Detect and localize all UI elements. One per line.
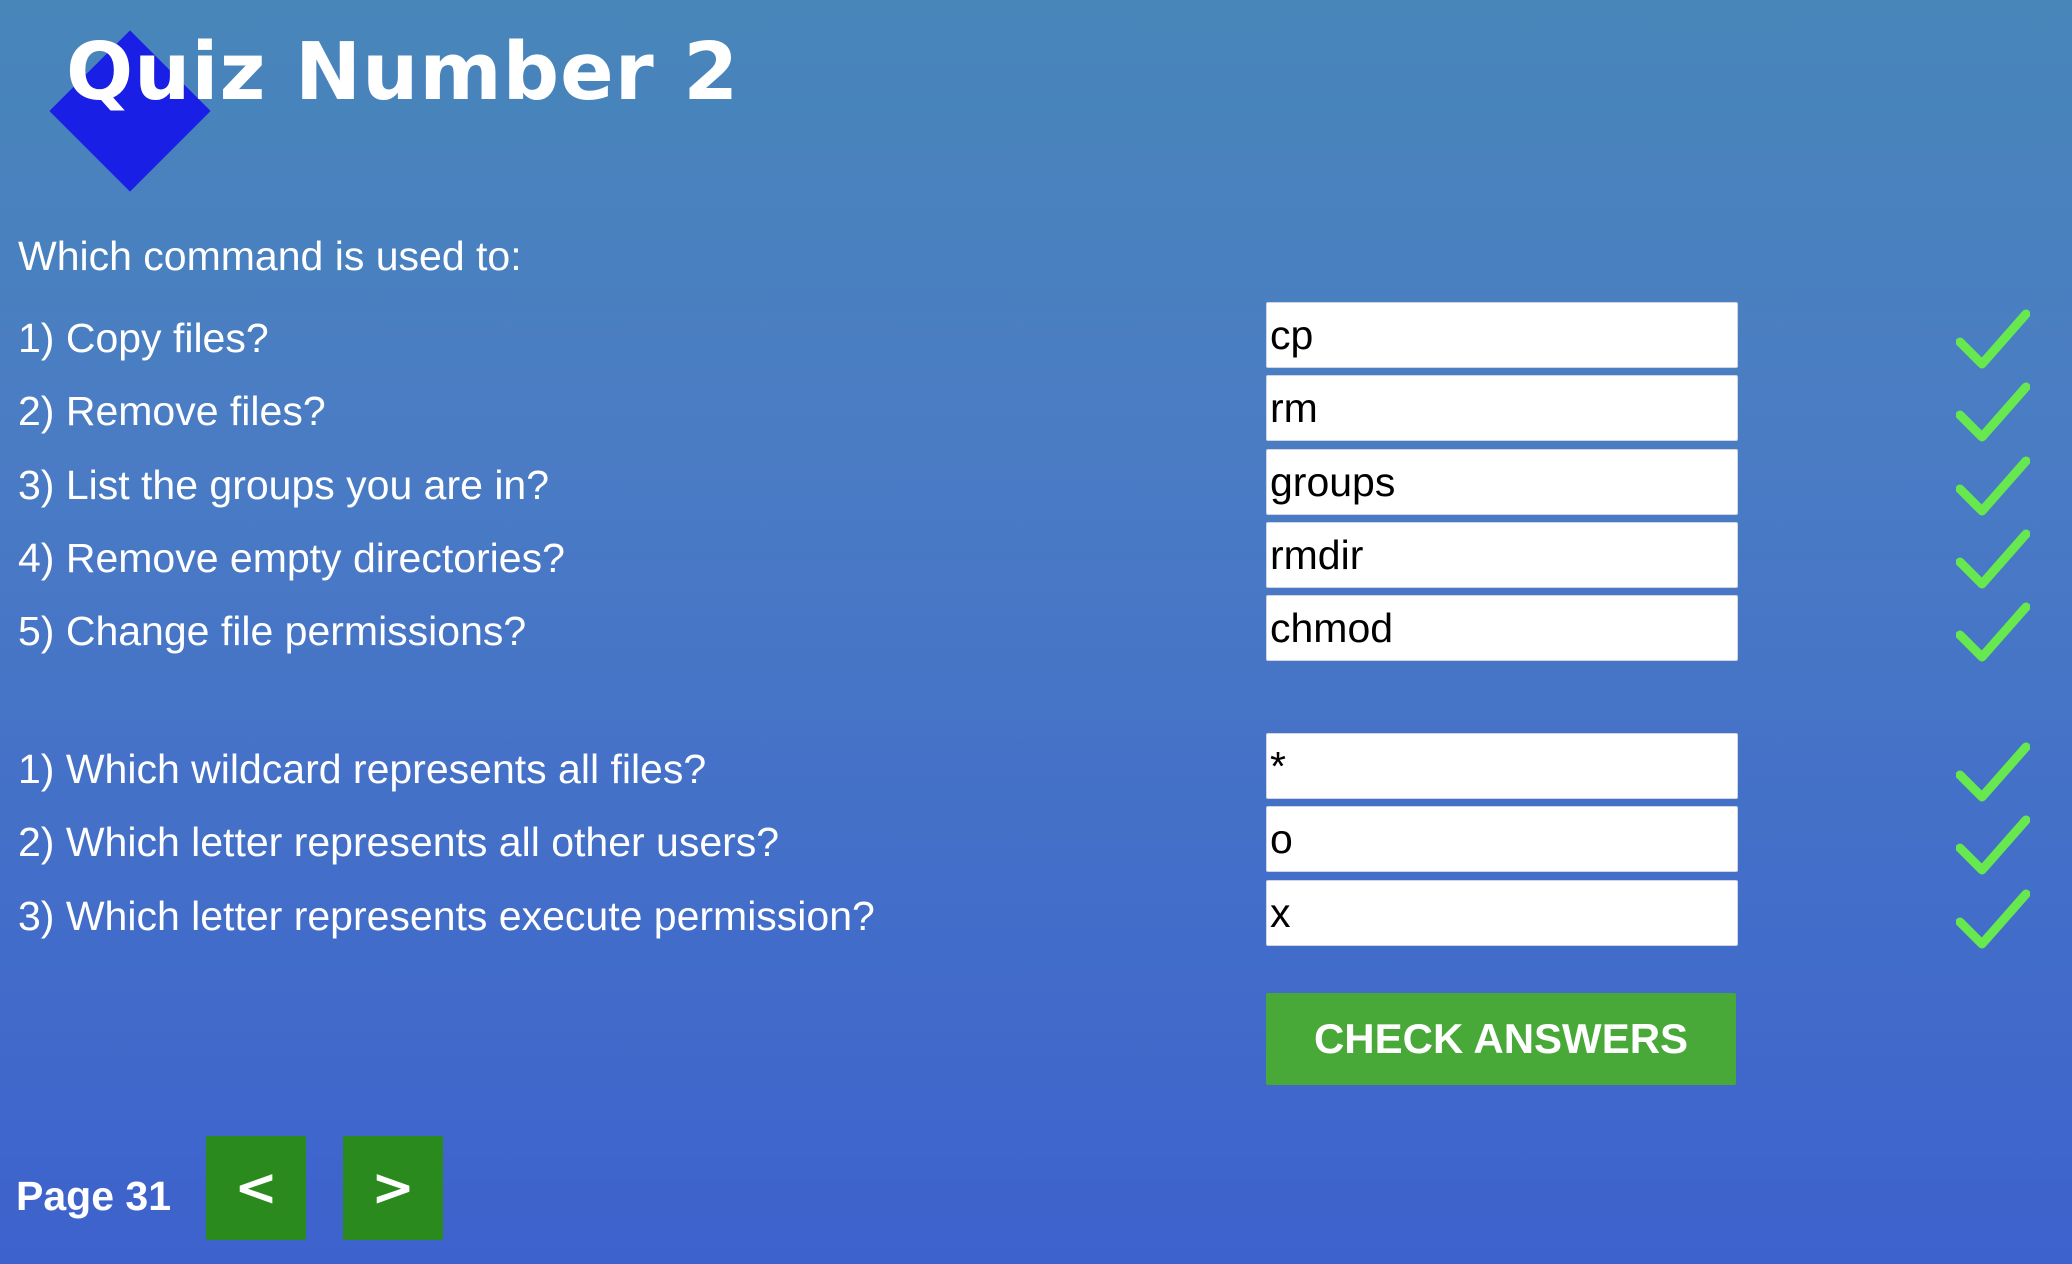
question-1-3: 3) List the groups you are in? [18, 462, 550, 508]
checkmark-icon [1956, 889, 2030, 949]
answer-input-1-1[interactable] [1266, 302, 1738, 368]
answer-input-1-4[interactable] [1266, 522, 1738, 588]
question-2-1: 1) Which wildcard represents all files? [18, 746, 707, 792]
answer-input-2-1[interactable] [1266, 733, 1738, 799]
question-2-2: 2) Which letter represents all other use… [18, 819, 780, 865]
answer-input-1-3[interactable] [1266, 449, 1738, 515]
checkmark-icon [1956, 815, 2030, 875]
question-1-2: 2) Remove files? [18, 388, 326, 434]
checkmark-icon [1956, 309, 2030, 369]
checkmark-icon [1956, 382, 2030, 442]
page-title: Quiz Number 2 [66, 26, 740, 118]
check-answers-button[interactable]: CHECK ANSWERS [1266, 993, 1736, 1085]
checkmark-icon [1956, 456, 2030, 516]
answer-input-1-2[interactable] [1266, 375, 1738, 441]
question-1-4: 4) Remove empty directories? [18, 535, 565, 581]
prev-page-button[interactable]: < [206, 1136, 306, 1240]
quiz-intro: Which command is used to: [18, 233, 522, 279]
checkmark-icon [1956, 529, 2030, 589]
answer-input-2-3[interactable] [1266, 880, 1738, 946]
next-page-button[interactable]: > [343, 1136, 443, 1240]
checkmark-icon [1956, 742, 2030, 802]
answer-input-1-5[interactable] [1266, 595, 1738, 661]
question-2-3: 3) Which letter represents execute permi… [18, 893, 875, 939]
answer-input-2-2[interactable] [1266, 806, 1738, 872]
page-number: Page 31 [16, 1173, 171, 1219]
checkmark-icon [1956, 602, 2030, 662]
question-1-1: 1) Copy files? [18, 315, 269, 361]
question-1-5: 5) Change file permissions? [18, 608, 527, 654]
